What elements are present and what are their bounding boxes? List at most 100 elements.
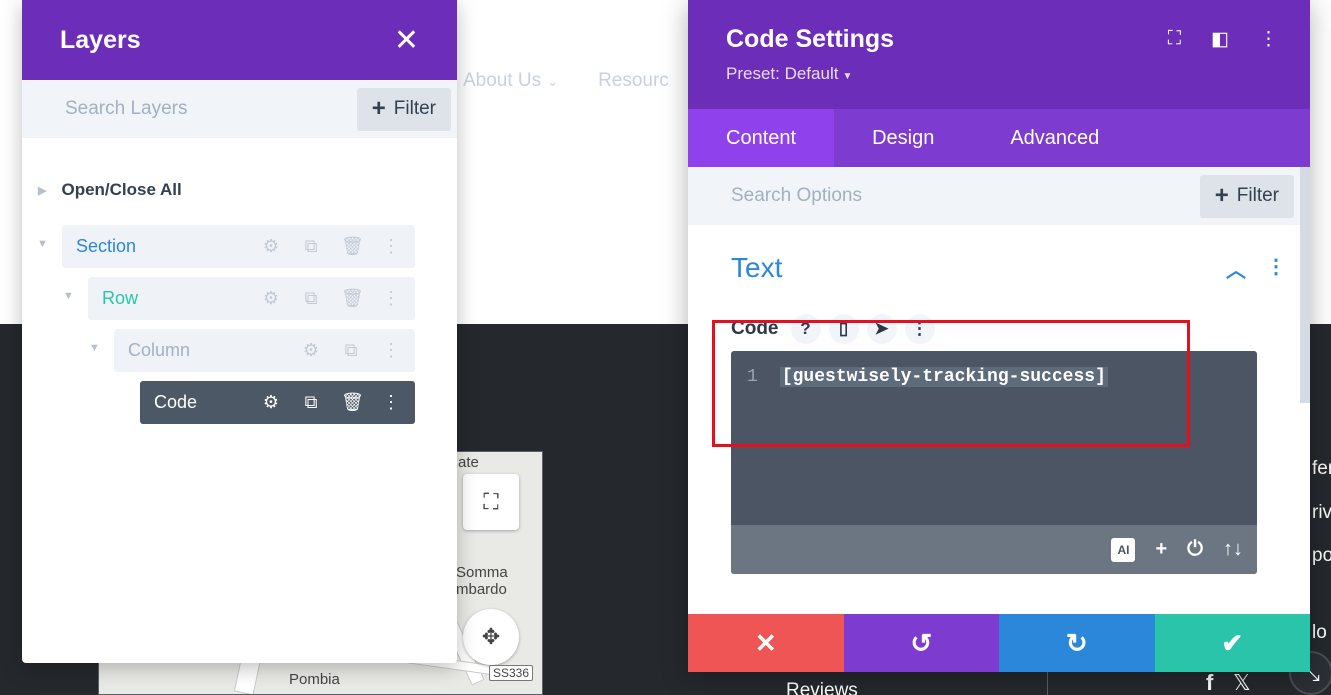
options-search-input[interactable] [731,185,991,207]
gear-icon[interactable]: ⚙ [261,236,281,257]
plus-icon: + [371,95,386,122]
caret-down-icon[interactable]: ▼ [89,342,100,354]
code-line: 1 [guestwisely-tracking-success] [747,367,1108,387]
power-icon[interactable]: ⏻ [1187,538,1203,561]
sort-arrows-icon[interactable]: ↑↓ [1223,538,1243,561]
group-controls: ︿ ⋮ [1226,254,1286,283]
preset-dropdown[interactable]: Preset: Default ▼ [726,64,1272,84]
layer-label: Code [154,392,198,412]
caret-right-icon: ▶ [38,184,47,197]
code-editor[interactable]: 1 [guestwisely-tracking-success] AI + ⏻ … [731,351,1257,574]
redo-button[interactable]: ↻ [999,614,1155,672]
field-label: Code [731,318,779,339]
more-vertical-icon[interactable]: ⋮ [1266,254,1286,283]
layers-search-bar: + Filter [22,80,457,138]
layer-tools: ⚙ ⧉ 🗑 ⋮ [261,236,401,257]
save-button[interactable]: ✔ [1154,614,1310,672]
nav-item-resources[interactable]: Resourc [598,70,669,92]
options-filter-button[interactable]: + Filter [1199,174,1294,218]
layer-item-section[interactable]: Section ⚙ ⧉ 🗑 ⋮ [62,225,415,268]
more-vertical-icon[interactable]: ⋮ [904,314,935,344]
site-nav: About Us ⌄ Resourc [463,70,669,92]
chevron-down-icon: ⌄ [547,74,559,89]
map-pan-icon[interactable]: ✥ [463,609,519,665]
footer-divider [1047,672,1048,695]
trash-icon[interactable]: 🗑 [341,392,364,413]
code-content[interactable]: [guestwisely-tracking-success] [779,367,1108,387]
code-settings-modal: Code Settings Preset: Default ▼ ⛶ ◧ ⋮ Con… [688,0,1310,672]
chevron-up-icon[interactable]: ︿ [1226,254,1246,283]
duplicate-icon[interactable]: ⧉ [301,288,321,309]
settings-header-icons: ⛶ ◧ ⋮ [1168,28,1278,51]
map-label: mbardo [456,581,507,598]
layer-item-column[interactable]: Column ⚙ ⧉ ⋮ [114,329,415,372]
layers-filter-button[interactable]: + Filter [356,87,451,131]
duplicate-icon[interactable]: ⧉ [341,340,361,361]
footer-text: riv [1312,502,1331,523]
x-twitter-icon[interactable]: 𝕏 [1233,670,1251,695]
layer-label: Column [128,340,191,360]
layers-title: Layers [60,25,141,54]
open-close-all-toggle[interactable]: ▶ Open/Close All [38,180,182,200]
settings-scrollbar[interactable] [1300,167,1310,403]
caret-down-icon[interactable]: ▼ [37,238,48,250]
mobile-icon[interactable]: ▯ [828,314,859,344]
layer-tools: ⚙ ⧉ ⋮ [301,340,401,361]
more-vertical-icon[interactable]: ⋮ [381,392,401,413]
ai-icon[interactable]: AI [1111,537,1136,562]
map-fullscreen-icon[interactable]: ⛶ [463,474,519,530]
layer-item-code[interactable]: Code ⚙ ⧉ 🗑 ⋮ [140,381,415,424]
layers-search-input[interactable] [65,98,305,120]
line-number: 1 [747,367,758,387]
fullscreen-icon[interactable]: ⛶ [1168,28,1181,51]
facebook-icon[interactable]: f [1206,670,1213,695]
nav-item-about[interactable]: About Us ⌄ [463,70,558,92]
options-search-bar: + Filter [688,167,1310,225]
footer-text: po [1312,545,1331,566]
map-road-badge: SS336 [489,665,534,681]
layer-label: Section [76,236,137,256]
text-group-header[interactable]: Text ︿ ⋮ [731,252,1286,284]
tab-content[interactable]: Content [688,109,835,167]
caret-down-icon: ▼ [842,71,853,82]
layer-tools: ⚙ ⧉ 🗑 ⋮ [261,288,401,309]
settings-footer: ✕ ↺ ↻ ✔ [688,614,1310,672]
cancel-button[interactable]: ✕ [688,614,844,672]
cursor-icon[interactable]: ➤ [866,314,897,344]
sidebar-layout-icon[interactable]: ◧ [1211,28,1229,51]
trash-icon[interactable]: 🗑 [341,236,364,257]
trash-icon[interactable]: 🗑 [341,288,364,309]
settings-tabs: Content Design Advanced [688,109,1310,167]
footer-text: fer [1312,458,1331,479]
layer-tools: ⚙ ⧉ 🗑 ⋮ [261,392,401,413]
duplicate-icon[interactable]: ⧉ [301,236,321,257]
layer-label: Row [102,288,139,308]
undo-button[interactable]: ↺ [843,614,999,672]
plus-icon[interactable]: + [1155,538,1167,561]
plus-icon: + [1214,182,1229,209]
gear-icon[interactable]: ⚙ [261,288,281,309]
footer-link-reviews[interactable]: Reviews [786,680,858,695]
close-icon[interactable]: ✕ [394,23,419,58]
duplicate-icon[interactable]: ⧉ [301,392,321,413]
more-vertical-icon[interactable]: ⋮ [381,340,401,361]
group-title: Text [731,252,783,283]
code-field-label-row: Code ? ▯ ➤ ⋮ [731,314,935,344]
help-icon[interactable]: ? [790,314,821,344]
editor-toolbar: AI + ⏻ ↑↓ [731,525,1257,574]
layers-header: Layers ✕ [22,0,457,80]
map-label: ate [458,454,479,471]
gear-icon[interactable]: ⚙ [301,340,321,361]
footer-text: lo [1312,622,1327,643]
more-vertical-icon[interactable]: ⋮ [1259,28,1278,51]
tab-design[interactable]: Design [834,109,972,167]
gear-icon[interactable]: ⚙ [261,392,281,413]
more-vertical-icon[interactable]: ⋮ [381,288,401,309]
tab-advanced[interactable]: Advanced [972,109,1137,167]
map-label: Pombia [289,671,340,688]
layer-item-row[interactable]: Row ⚙ ⧉ 🗑 ⋮ [88,277,415,320]
map-label: Somma [456,564,508,581]
caret-down-icon[interactable]: ▼ [63,290,74,302]
settings-header: Code Settings Preset: Default ▼ ⛶ ◧ ⋮ [688,0,1310,109]
more-vertical-icon[interactable]: ⋮ [381,236,401,257]
